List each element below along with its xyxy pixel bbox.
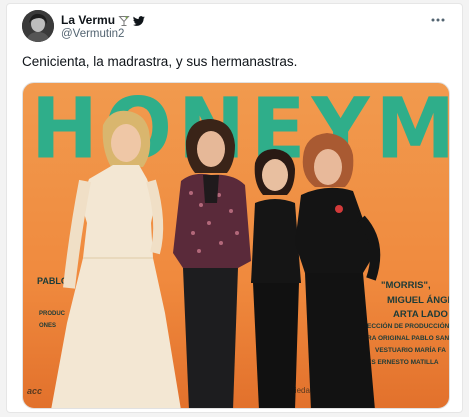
cocktail-glass-icon: [118, 14, 130, 26]
person-black-suit: [295, 133, 381, 408]
person-sequin-top: [173, 119, 251, 408]
more-horizontal-icon: [431, 18, 445, 22]
person-black-outfit: [251, 149, 301, 408]
author-name-row: La Vermu: [61, 12, 145, 28]
avatar[interactable]: [22, 10, 54, 42]
person-white-dress: [51, 110, 181, 408]
more-options-button[interactable]: [428, 12, 448, 28]
tweet-media-photo[interactable]: HONEYMOO PABLO PRODUC ONES "MORRIS", MIG…: [22, 82, 450, 409]
group-photo-figures: [51, 110, 381, 408]
twitter-bird-icon: [132, 14, 145, 26]
author-handle[interactable]: @Vermutin2: [61, 28, 124, 40]
tweet-card: La Vermu @Vermutin2 Cenicienta, la madra…: [6, 3, 463, 413]
tweet-text: Cenicienta, la madrastra, y sus hermanas…: [22, 54, 298, 69]
avatar-photo: [22, 10, 54, 42]
display-name[interactable]: La Vermu: [61, 13, 115, 27]
